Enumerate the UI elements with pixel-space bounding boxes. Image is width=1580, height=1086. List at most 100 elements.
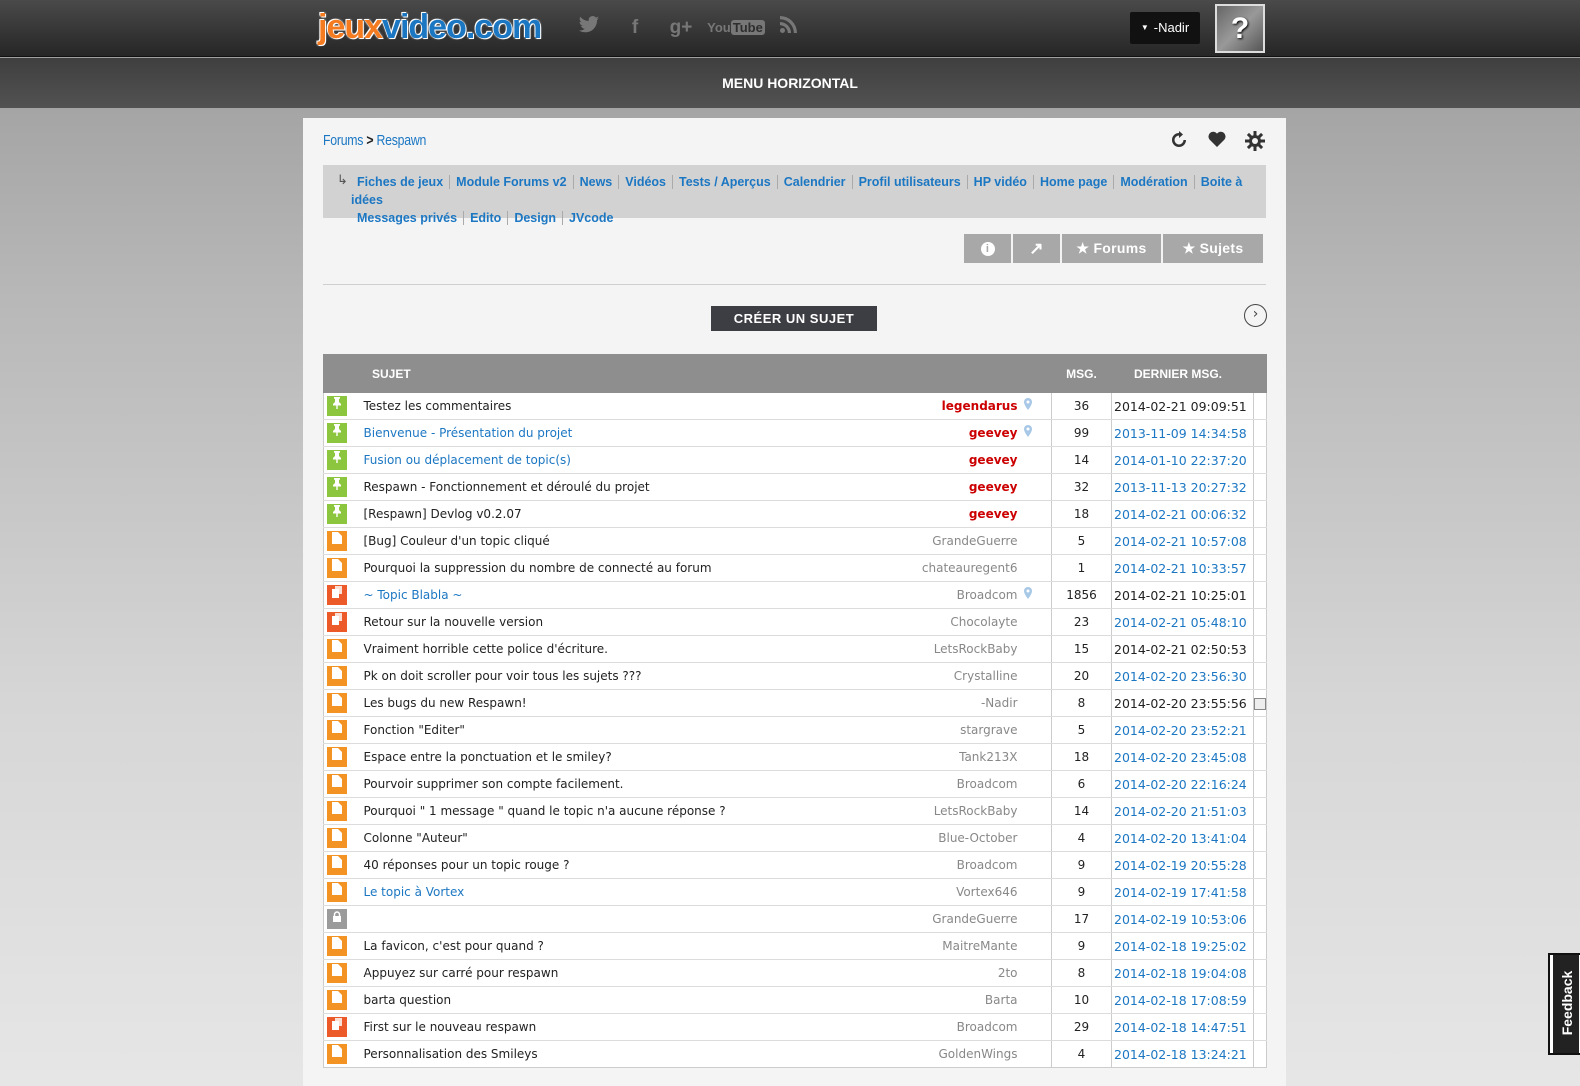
- site-logo[interactable]: jeuxvideo.com: [318, 6, 542, 48]
- topic-author[interactable]: Vortex646: [919, 878, 1022, 906]
- topic-last-date[interactable]: 2014-02-20 13:41:04: [1111, 824, 1254, 852]
- topic-author[interactable]: Broadcom: [919, 851, 1022, 879]
- topic-title[interactable]: La favicon, c'est pour quand ?: [364, 939, 544, 953]
- topic-title[interactable]: Espace entre la ponctuation et le smiley…: [364, 750, 612, 764]
- subnav-link[interactable]: Tests / Aperçus: [673, 175, 778, 189]
- topic-last-date[interactable]: 2014-02-18 17:08:59: [1111, 986, 1254, 1014]
- topic-last-date[interactable]: 2014-02-19 10:53:06: [1111, 905, 1254, 933]
- subnav-link[interactable]: Vidéos: [619, 175, 674, 189]
- table-row[interactable]: Retour sur la nouvelle version Chocolayte…: [323, 608, 1267, 636]
- table-row[interactable]: [Respawn] Devlog v0.2.07 geevey 18 2014-02-…: [323, 500, 1267, 528]
- rss-icon[interactable]: [768, 16, 808, 40]
- youtube-icon[interactable]: You Tube: [704, 16, 768, 40]
- topic-last-date[interactable]: 2014-02-21 00:06:32: [1111, 500, 1254, 528]
- topic-title[interactable]: Le topic à Vortex: [364, 885, 465, 899]
- topic-author[interactable]: -Nadir: [919, 689, 1022, 717]
- topic-last-date[interactable]: 2014-02-18 14:47:51: [1111, 1013, 1254, 1041]
- topic-title[interactable]: barta question: [364, 993, 452, 1007]
- table-row[interactable]: Colonne "Auteur" Blue-October 4 2014-02-20 …: [323, 824, 1267, 852]
- topic-title[interactable]: [Bug] Couleur d'un topic cliqué: [364, 534, 550, 548]
- horizontal-menu[interactable]: MENU HORIZONTAL: [0, 58, 1580, 108]
- topic-author[interactable]: Broadcom: [919, 770, 1022, 798]
- next-page-button[interactable]: ›: [1244, 304, 1267, 327]
- subnav-link[interactable]: Module Forums v2: [450, 175, 574, 189]
- subnav-link[interactable]: News: [573, 175, 620, 189]
- topic-title[interactable]: First sur le nouveau respawn: [364, 1020, 537, 1034]
- topic-author[interactable]: LetsRockBaby: [919, 797, 1022, 825]
- topic-last-date[interactable]: 2014-02-19 20:55:28: [1111, 851, 1254, 879]
- topic-author[interactable]: Broadcom: [919, 1013, 1022, 1041]
- table-row[interactable]: Le topic à Vortex Vortex646 9 2014-02-19 17…: [323, 878, 1267, 906]
- topic-last-date[interactable]: 2014-02-21 10:33:57: [1111, 554, 1254, 582]
- topic-author[interactable]: MaitreMante: [919, 932, 1022, 960]
- facebook-icon[interactable]: f: [612, 16, 658, 40]
- topic-last-date[interactable]: 2014-02-21 05:48:10: [1111, 608, 1254, 636]
- subnav-link[interactable]: Calendrier: [777, 175, 853, 189]
- table-row[interactable]: 40 réponses pour un topic rouge ? Broadco…: [323, 851, 1267, 879]
- topic-title[interactable]: Bienvenue - Présentation du projet: [364, 426, 573, 440]
- avatar[interactable]: ?: [1215, 4, 1265, 53]
- topic-title[interactable]: Fonction "Editer": [364, 723, 465, 737]
- topic-author[interactable]: Broadcom: [919, 581, 1022, 609]
- topic-title[interactable]: Les bugs du new Respawn!: [364, 696, 527, 710]
- table-row[interactable]: ~ Topic Blabla ~ Broadcom 1856 2014-02-21 1…: [323, 581, 1267, 609]
- topic-author[interactable]: geevey: [919, 473, 1022, 501]
- topic-author[interactable]: Blue-October: [919, 824, 1022, 852]
- topic-title[interactable]: Appuyez sur carré pour respawn: [364, 966, 559, 980]
- topic-author[interactable]: Tank213X: [919, 743, 1022, 771]
- topic-title[interactable]: Pourquoi " 1 message " quand le topic n'…: [364, 804, 726, 818]
- table-row[interactable]: GrandeGuerre 17 2014-02-19 10:53:06: [323, 905, 1267, 933]
- topic-last-date[interactable]: 2014-02-18 13:24:21: [1111, 1040, 1254, 1068]
- subnav-link[interactable]: Profil utilisateurs: [852, 175, 968, 189]
- topic-last-date[interactable]: 2014-02-21 10:57:08: [1111, 527, 1254, 555]
- breadcrumb-respawn[interactable]: Respawn: [377, 132, 427, 149]
- topic-author[interactable]: chateauregent6: [919, 554, 1022, 582]
- topic-checkbox[interactable]: [1254, 697, 1266, 710]
- subnav-link[interactable]: Fiches de jeux: [351, 175, 451, 189]
- topic-title[interactable]: Respawn - Fonctionnement et déroulé du p…: [364, 480, 650, 494]
- topic-last-date[interactable]: 2014-02-20 21:51:03: [1111, 797, 1254, 825]
- table-row[interactable]: Pourquoi la suppression du nombre de con…: [323, 554, 1267, 582]
- table-row[interactable]: Testez les commentaires legendarus 36 2014-…: [323, 392, 1267, 420]
- table-row[interactable]: Pk on doit scroller pour voir tous les s…: [323, 662, 1267, 690]
- topic-last-date[interactable]: 2014-02-20 23:56:30: [1111, 662, 1254, 690]
- topic-author[interactable]: Chocolayte: [919, 608, 1022, 636]
- gear-icon[interactable]: [1245, 131, 1265, 151]
- info-button[interactable]: i: [964, 234, 1011, 263]
- topic-author[interactable]: LetsRockBaby: [919, 635, 1022, 663]
- topic-title[interactable]: 40 réponses pour un topic rouge ?: [364, 858, 570, 872]
- topic-author[interactable]: legendarus: [919, 392, 1022, 420]
- table-row[interactable]: First sur le nouveau respawn Broadcom 29 20…: [323, 1013, 1267, 1041]
- googleplus-icon[interactable]: g+: [658, 16, 704, 40]
- breadcrumb-forums[interactable]: Forums: [323, 132, 363, 149]
- topic-title[interactable]: Pourquoi la suppression du nombre de con…: [364, 561, 712, 575]
- topic-title[interactable]: Vraiment horrible cette police d'écritur…: [364, 642, 608, 656]
- subnav-link[interactable]: Edito: [464, 211, 509, 225]
- table-row[interactable]: Pourquoi " 1 message " quand le topic n'…: [323, 797, 1267, 825]
- subnav-link[interactable]: Home page: [1033, 175, 1115, 189]
- table-row[interactable]: Fonction "Editer" stargrave 5 2014-02-20 23…: [323, 716, 1267, 744]
- subnav-link[interactable]: Design: [508, 211, 563, 225]
- table-row[interactable]: Appuyez sur carré pour respawn 2to 8 2014-0…: [323, 959, 1267, 987]
- table-row[interactable]: Pourvoir supprimer son compte facilement…: [323, 770, 1267, 798]
- topic-author[interactable]: geevey: [919, 446, 1022, 474]
- feedback-tab[interactable]: Feedback: [1548, 953, 1580, 1055]
- table-row[interactable]: Bienvenue - Présentation du projet geevey…: [323, 419, 1267, 447]
- topic-last-date[interactable]: 2014-02-20 22:16:24: [1111, 770, 1254, 798]
- topic-author[interactable]: stargrave: [919, 716, 1022, 744]
- topic-title[interactable]: Colonne "Auteur": [364, 831, 468, 845]
- table-row[interactable]: Personnalisation des Smileys GoldenWings 4…: [323, 1040, 1267, 1068]
- twitter-icon[interactable]: [566, 16, 612, 40]
- topic-last-date[interactable]: 2014-02-20 23:52:21: [1111, 716, 1254, 744]
- table-row[interactable]: Vraiment horrible cette police d'écritur…: [323, 635, 1267, 663]
- table-row[interactable]: [Bug] Couleur d'un topic cliqué GrandeGue…: [323, 527, 1267, 555]
- subnav-link[interactable]: Modération: [1114, 175, 1195, 189]
- topic-last-date[interactable]: 2014-02-20 23:45:08: [1111, 743, 1254, 771]
- topic-author[interactable]: GoldenWings: [919, 1040, 1022, 1068]
- user-menu-button[interactable]: ▼ -Nadir: [1130, 12, 1200, 44]
- topic-author[interactable]: Barta: [919, 986, 1022, 1014]
- topic-title[interactable]: Personnalisation des Smileys: [364, 1047, 538, 1061]
- table-row[interactable]: La favicon, c'est pour quand ? MaitreMant…: [323, 932, 1267, 960]
- subnav-link[interactable]: JVcode: [563, 211, 619, 225]
- topic-author[interactable]: GrandeGuerre: [919, 527, 1022, 555]
